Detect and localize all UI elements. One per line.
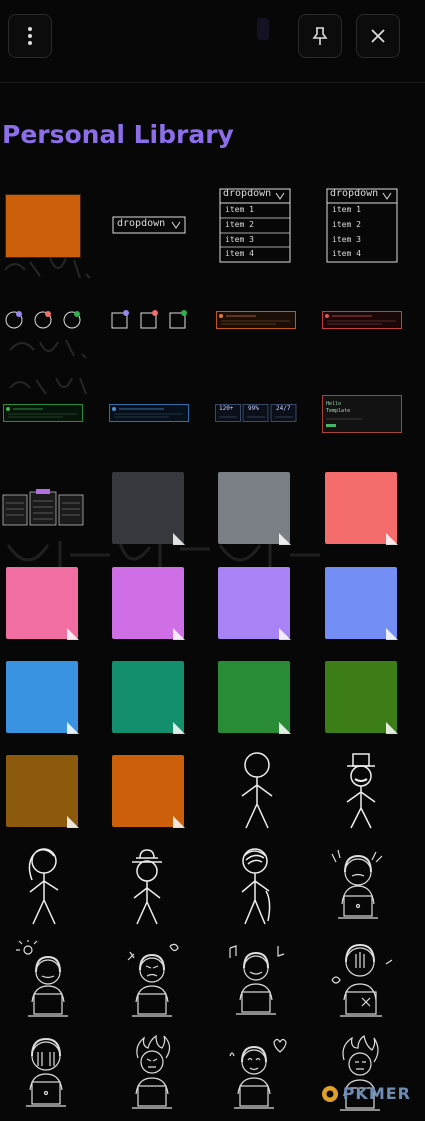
library-item-stick-figure-ponytail[interactable] (18, 846, 68, 926)
library-item-person-laptop-fire[interactable] (120, 1034, 184, 1114)
person-laptop-icon (132, 1034, 172, 1109)
library-item-dropdown-collapsed[interactable]: dropdown (112, 216, 186, 234)
sticky-fold (173, 533, 185, 545)
library-item-sticky-note-teal[interactable] (112, 661, 185, 734)
close-button[interactable] (356, 14, 400, 58)
library-item-person-laptop-music[interactable] (222, 940, 292, 1020)
stick-figure-ponytail-icon (28, 848, 59, 925)
dropdown-label: dropdown (330, 188, 379, 199)
library-item-success-callout[interactable] (3, 404, 83, 422)
library-item-stick-figure[interactable] (232, 752, 282, 830)
pin-button[interactable] (298, 14, 342, 58)
callout-sketch (3, 404, 83, 422)
clipboard-sketch (2, 489, 84, 526)
library-item-radio-buttons[interactable] (4, 310, 82, 330)
stat-value: 99% (248, 405, 259, 412)
library-item-stats-cards[interactable]: 120+ 99% 24/7 (215, 404, 297, 422)
person-laptop-icon (26, 1037, 66, 1107)
sticky-fold (279, 722, 291, 734)
library-item-sticky-note-orange[interactable] (112, 755, 185, 828)
library-item-sticky-note-olive[interactable] (325, 661, 398, 734)
dropdown-option: item 3 (225, 235, 254, 244)
library-item-dropdown-expanded[interactable]: dropdown item 1 item 2 item 3 item 4 (219, 188, 291, 263)
code-line: Hello (326, 401, 342, 407)
dropdown-label: dropdown (117, 218, 166, 229)
checkbox-sketch (111, 310, 187, 329)
stat-value: 120+ (219, 405, 234, 412)
sticky-fold (67, 816, 79, 828)
library-title: Personal Library (2, 120, 234, 149)
stick-figure-hair-icon (241, 848, 271, 925)
sticky-fold (67, 628, 79, 640)
library-item-person-laptop-crying[interactable] (14, 1034, 78, 1114)
library-item-sticky-note-sky[interactable] (6, 661, 79, 734)
library-item-person-laptop-idea[interactable] (14, 940, 78, 1020)
dropdown-option: item 1 (225, 205, 254, 214)
callout-sketch (322, 311, 402, 329)
sticky-fold (279, 628, 291, 640)
library-item-sticky-note-lavender[interactable] (218, 567, 291, 640)
close-icon (371, 29, 385, 43)
sticky-fold (173, 722, 185, 734)
stick-figure-cap-icon (132, 849, 162, 925)
stick-figure-top-hat-icon (346, 753, 376, 829)
pin-icon (312, 27, 328, 45)
more-options-button[interactable] (8, 14, 52, 58)
panel-header: lt (0, 0, 425, 83)
library-item-info-callout[interactable] (109, 404, 189, 422)
sticky-fold (386, 628, 398, 640)
library-item-sticky-note-brown[interactable] (6, 755, 79, 828)
library-item-stick-figure-cap[interactable] (122, 846, 172, 926)
library-item-person-laptop-dizzy[interactable] (326, 940, 396, 1020)
dropdown-option: item 4 (225, 249, 254, 258)
dropdown-option: item 2 (225, 220, 254, 229)
library-item-sticky-note-gray[interactable] (218, 472, 291, 545)
pkmer-logo-icon (321, 1085, 338, 1102)
more-vertical-icon (28, 27, 32, 45)
pkmer-watermark: PKMER (321, 1084, 411, 1103)
library-item-stick-figure-hair[interactable] (232, 846, 282, 926)
dropdown-option: item 3 (332, 235, 361, 244)
sticky-fold (173, 628, 185, 640)
callout-sketch (216, 311, 296, 329)
dropdown-label: dropdown (223, 188, 272, 199)
sticky-fold (67, 722, 79, 734)
library-item-sticky-note-red[interactable] (325, 472, 398, 545)
library-item-sticky-note-pink[interactable] (6, 567, 79, 640)
code-line: Template (326, 408, 351, 414)
person-laptop-icon (16, 940, 68, 1017)
library-item-sticky-note-blue[interactable] (325, 567, 398, 640)
library-item-person-laptop-love[interactable] (224, 1034, 290, 1114)
sticky-fold (386, 533, 398, 545)
person-laptop-icon (229, 945, 285, 1015)
library-item-code-block[interactable]: Hello Template (322, 395, 402, 433)
library-item-warning-callout[interactable] (216, 311, 296, 329)
sticky-fold (386, 722, 398, 734)
radio-sketch (5, 311, 81, 329)
person-laptop-icon (331, 849, 383, 919)
library-item-person-laptop-angry[interactable] (120, 940, 184, 1020)
sticky-fold (173, 816, 185, 828)
library-item-checkboxes[interactable] (110, 310, 188, 330)
callout-sketch (109, 404, 189, 422)
person-laptop-icon (331, 943, 393, 1017)
library-item-person-laptop-stressed[interactable] (326, 846, 390, 924)
person-laptop-icon (229, 1038, 287, 1109)
stick-figure-icon (241, 752, 273, 829)
library-item-sticky-note-dark[interactable] (112, 472, 185, 545)
library-item-stick-figure-top-hat[interactable] (336, 752, 386, 830)
library-item-sticky-note-violet[interactable] (112, 567, 185, 640)
library-item-sticky-note-green[interactable] (218, 661, 291, 734)
library-item-dropdown-list[interactable]: dropdown item 1 item 2 item 3 item 4 (326, 188, 398, 263)
library-item-orange-rectangle[interactable] (5, 194, 81, 258)
library-item-error-callout[interactable] (322, 311, 402, 329)
person-laptop-icon (127, 943, 179, 1017)
dropdown-option: item 2 (332, 220, 361, 229)
dropdown-option: item 1 (332, 205, 361, 214)
stat-value: 24/7 (276, 405, 291, 412)
watermark-text: PKMER (342, 1084, 411, 1103)
sticky-fold (279, 533, 291, 545)
library-item-clipboard-cards[interactable] (2, 489, 84, 527)
dropdown-option: item 4 (332, 249, 361, 258)
